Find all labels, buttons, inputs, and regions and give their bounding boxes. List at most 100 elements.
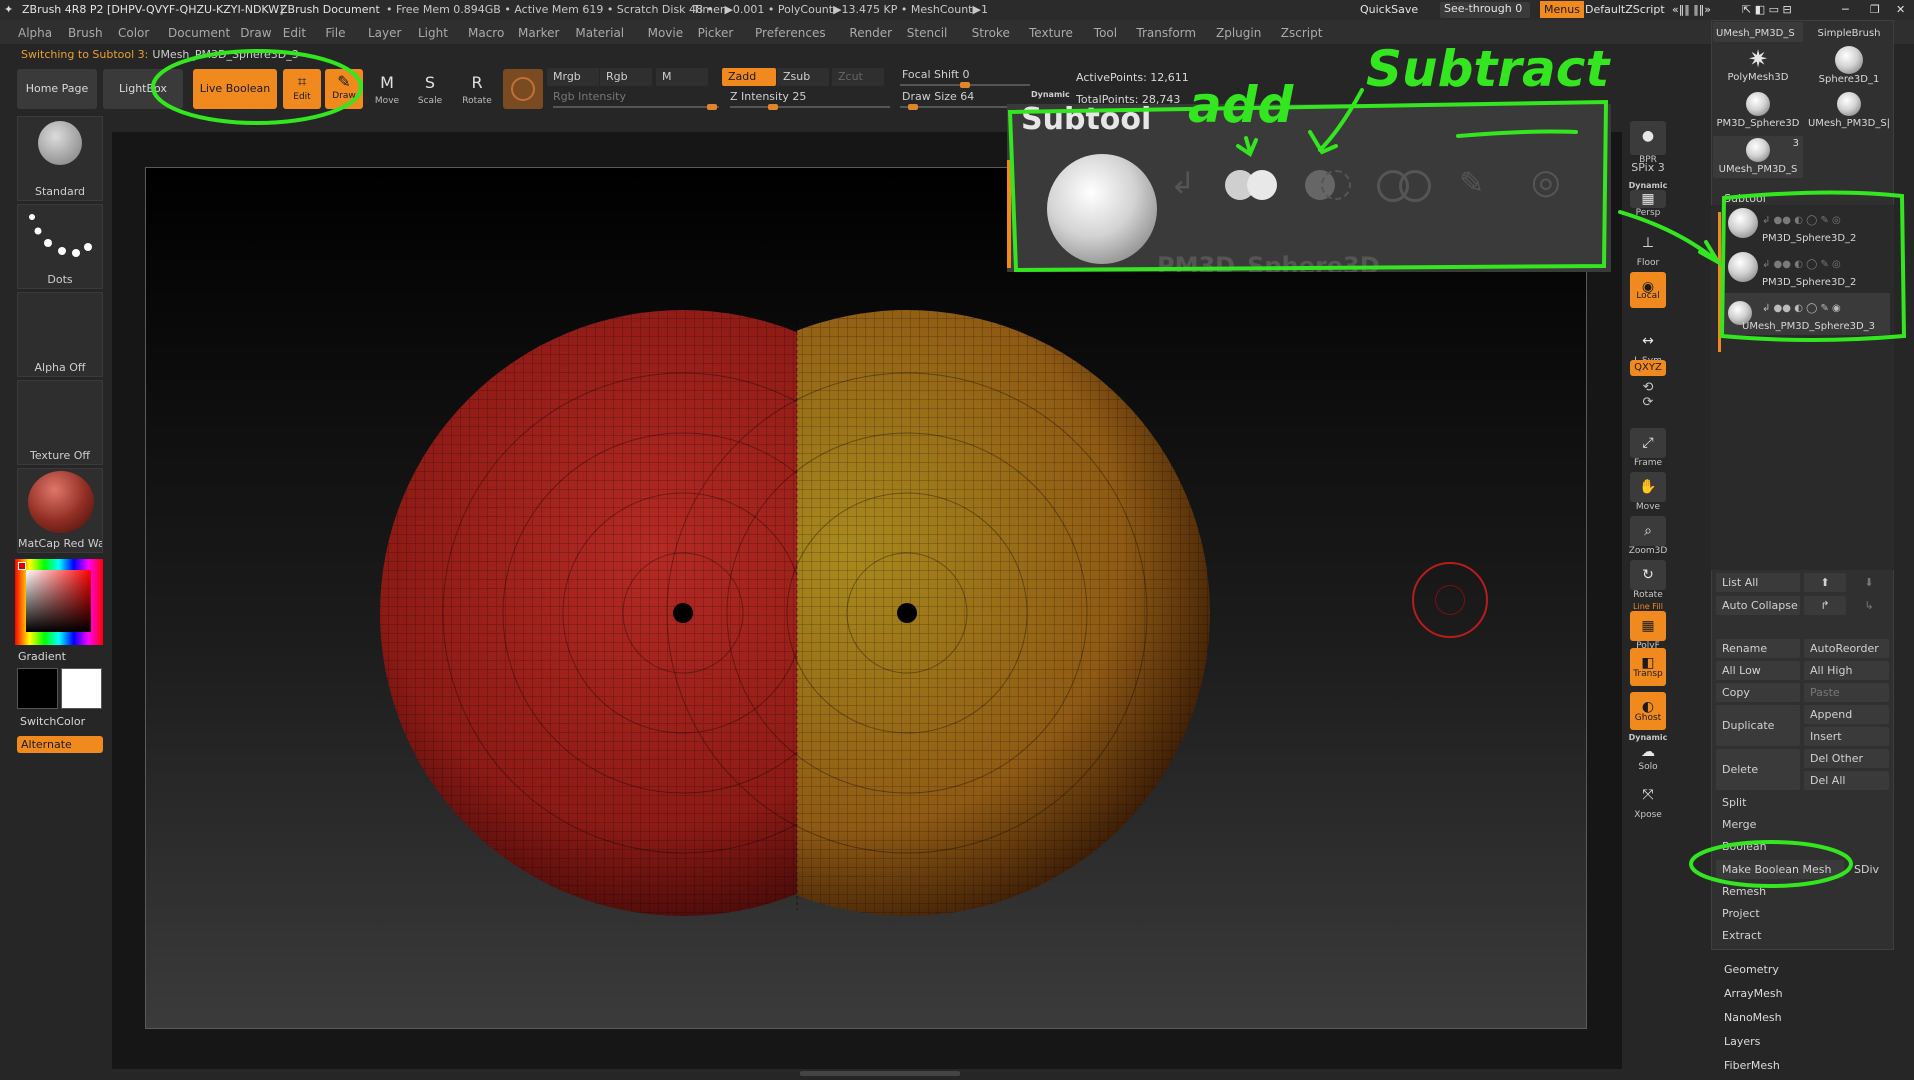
subtool-row-3[interactable]: ↲ ●● ◐ ◯ ✎ ◉ UMesh_PM3D_Sphere3D_3 [1722, 293, 1890, 335]
menu-color[interactable]: Color [118, 26, 149, 40]
menu-layer[interactable]: Layer [368, 26, 401, 40]
menu-stroke[interactable]: Stroke [972, 26, 1010, 40]
zcut-button[interactable]: Zcut [832, 68, 884, 86]
rotate-axis-icons[interactable]: ⟲ ⟳ [1628, 380, 1668, 410]
tool-thumb-polymesh3d[interactable]: ✷ PolyMesh3D [1713, 46, 1803, 88]
arraymesh-section[interactable]: ArrayMesh [1724, 987, 1783, 1000]
menu-light[interactable]: Light [418, 26, 448, 40]
edit-button[interactable]: ⌗ Edit [283, 69, 321, 109]
row-icons[interactable]: ↲ ●● ◐ ◯ ✎ ◎ [1762, 215, 1841, 226]
primary-color-swatch[interactable] [17, 668, 58, 709]
menu-brush[interactable]: Brush [68, 26, 103, 40]
menu-transform[interactable]: Transform [1136, 26, 1196, 40]
geometry-section[interactable]: Geometry [1724, 963, 1779, 976]
solo-button[interactable]: Dynamic ☁ Solo [1628, 733, 1668, 772]
subtool-header[interactable]: Subtool [1724, 192, 1766, 205]
tool-thumb-umesh-2[interactable]: UMesh_PM3D_S| [1805, 92, 1893, 134]
duplicate-button[interactable]: Duplicate [1716, 705, 1800, 746]
delete-button[interactable]: Delete [1716, 749, 1800, 790]
secondary-color-swatch[interactable] [61, 668, 102, 709]
subtool-row-1[interactable]: ↲ ●● ◐ ◯ ✎ ◎ PM3D_Sphere3D_2 [1722, 205, 1890, 247]
menu-stencil[interactable]: Stencil [907, 26, 948, 40]
insert-button[interactable]: Insert [1804, 727, 1889, 746]
minimize-icon[interactable]: ─ [1842, 3, 1849, 16]
transp-button[interactable]: ◧ Transp [1628, 648, 1668, 686]
window-icons[interactable]: ⇱ ◧ ▭ ⊟ [1742, 3, 1792, 16]
menu-draw[interactable]: Draw [240, 26, 271, 40]
tool-thumb-sphere3d[interactable]: Sphere3D_1 [1805, 46, 1893, 88]
menu-edit[interactable]: Edit [283, 26, 306, 40]
nanomesh-section[interactable]: NanoMesh [1724, 1011, 1782, 1024]
arrow-right-button[interactable]: ↱ [1804, 596, 1846, 615]
rgb-intensity-track[interactable] [553, 104, 719, 110]
zoom3d-button[interactable]: ⌕ Zoom3D [1628, 516, 1668, 556]
menu-picker[interactable]: Picker [698, 26, 734, 40]
rgb-intensity-slider[interactable]: Rgb Intensity [547, 88, 717, 106]
bottom-tray-handle[interactable] [800, 1071, 960, 1076]
layers-section[interactable]: Layers [1724, 1035, 1760, 1048]
sdiv-slider[interactable]: SDiv [1848, 860, 1889, 879]
tool-thumb-umesh-1[interactable]: UMesh_PM3D_S [1713, 22, 1803, 42]
texture-selector[interactable]: Texture Off [17, 380, 103, 465]
default-zscript-button[interactable]: DefaultZScript [1585, 3, 1665, 16]
rotate-view-button[interactable]: ↻ Rotate [1628, 560, 1668, 600]
m-button[interactable]: M [656, 68, 708, 86]
split-menu[interactable]: Split [1716, 793, 1889, 812]
lightbox-button[interactable]: LightBox [103, 69, 183, 109]
stroke-selector[interactable]: Dots [17, 204, 103, 289]
arrow-down-right-button[interactable]: ↳ [1849, 596, 1889, 615]
mrgb-button[interactable]: Mrgb [547, 68, 599, 86]
switch-color-button[interactable]: SwitchColor [20, 715, 85, 728]
extract-menu[interactable]: Extract [1716, 926, 1889, 945]
row-icons[interactable]: ↲ ●● ◐ ◯ ✎ ◉ [1762, 303, 1841, 314]
alpha-selector[interactable]: Alpha Off [17, 292, 103, 377]
spix-slider[interactable]: SPix 3 [1628, 161, 1668, 174]
live-boolean-button[interactable]: Live Boolean [193, 69, 277, 109]
rgb-button[interactable]: Rgb [600, 68, 652, 86]
perspective-button[interactable]: Dynamic ▦ Persp [1628, 181, 1668, 218]
make-boolean-mesh-button[interactable]: Make Boolean Mesh [1716, 860, 1844, 879]
menus-toggle[interactable]: Menus [1540, 1, 1584, 18]
draw-button[interactable]: ✎ Draw [325, 69, 363, 109]
color-saturation-box[interactable] [26, 570, 91, 632]
menu-texture[interactable]: Texture [1029, 26, 1073, 40]
dynamic-size-toggle[interactable]: Dynamic [1031, 90, 1070, 99]
zadd-button[interactable]: Zadd [722, 68, 776, 86]
xyz-button[interactable]: QXYZ [1628, 360, 1668, 376]
z-intensity-track[interactable] [730, 104, 890, 110]
move-view-button[interactable]: ✋ Move [1628, 472, 1668, 512]
rotate-button[interactable]: R Rotate [458, 68, 496, 110]
zsub-button[interactable]: Zsub [777, 68, 829, 86]
tool-thumb-pm3d-sphere[interactable]: PM3D_Sphere3D [1713, 92, 1803, 134]
menu-tool[interactable]: Tool [1094, 26, 1117, 40]
menu-macro[interactable]: Macro [468, 26, 504, 40]
menu-movie[interactable]: Movie [648, 26, 684, 40]
move-up-button[interactable]: ⬆ [1804, 573, 1846, 592]
layout-icon[interactable]: «‖‖ ‖‖» [1672, 3, 1711, 16]
material-selector[interactable]: MatCap Red Wa: [17, 468, 103, 553]
list-all-button[interactable]: List All [1716, 573, 1800, 592]
brush-selector[interactable]: Standard [17, 116, 103, 201]
del-all-button[interactable]: Del All [1804, 771, 1889, 790]
menu-render[interactable]: Render [849, 26, 892, 40]
project-menu[interactable]: Project [1716, 904, 1889, 923]
local-button[interactable]: ◉ Local [1628, 272, 1668, 308]
menu-document[interactable]: Document [168, 26, 230, 40]
alternate-button[interactable]: Alternate [17, 736, 103, 753]
auto-collapse-button[interactable]: Auto Collapse [1716, 596, 1800, 615]
menu-marker[interactable]: Marker [518, 26, 559, 40]
close-icon[interactable]: ✕ [1896, 3, 1905, 16]
copy-button[interactable]: Copy [1716, 683, 1800, 702]
boolean-menu[interactable]: Boolean [1716, 837, 1889, 856]
menu-preferences[interactable]: Preferences [755, 26, 826, 40]
paste-button[interactable]: Paste [1804, 683, 1889, 702]
xpose-button[interactable]: ⤧ Xpose [1628, 780, 1668, 820]
rename-button[interactable]: Rename [1716, 639, 1800, 658]
sphere-render[interactable] [370, 300, 1220, 930]
del-other-button[interactable]: Del Other [1804, 749, 1889, 768]
material-swatch[interactable] [503, 69, 543, 109]
color-picker[interactable] [15, 559, 103, 645]
home-page-button[interactable]: Home Page [17, 69, 97, 109]
remesh-menu[interactable]: Remesh [1716, 882, 1889, 901]
tool-thumb-simplebrush[interactable]: SimpleBrush [1805, 22, 1893, 42]
